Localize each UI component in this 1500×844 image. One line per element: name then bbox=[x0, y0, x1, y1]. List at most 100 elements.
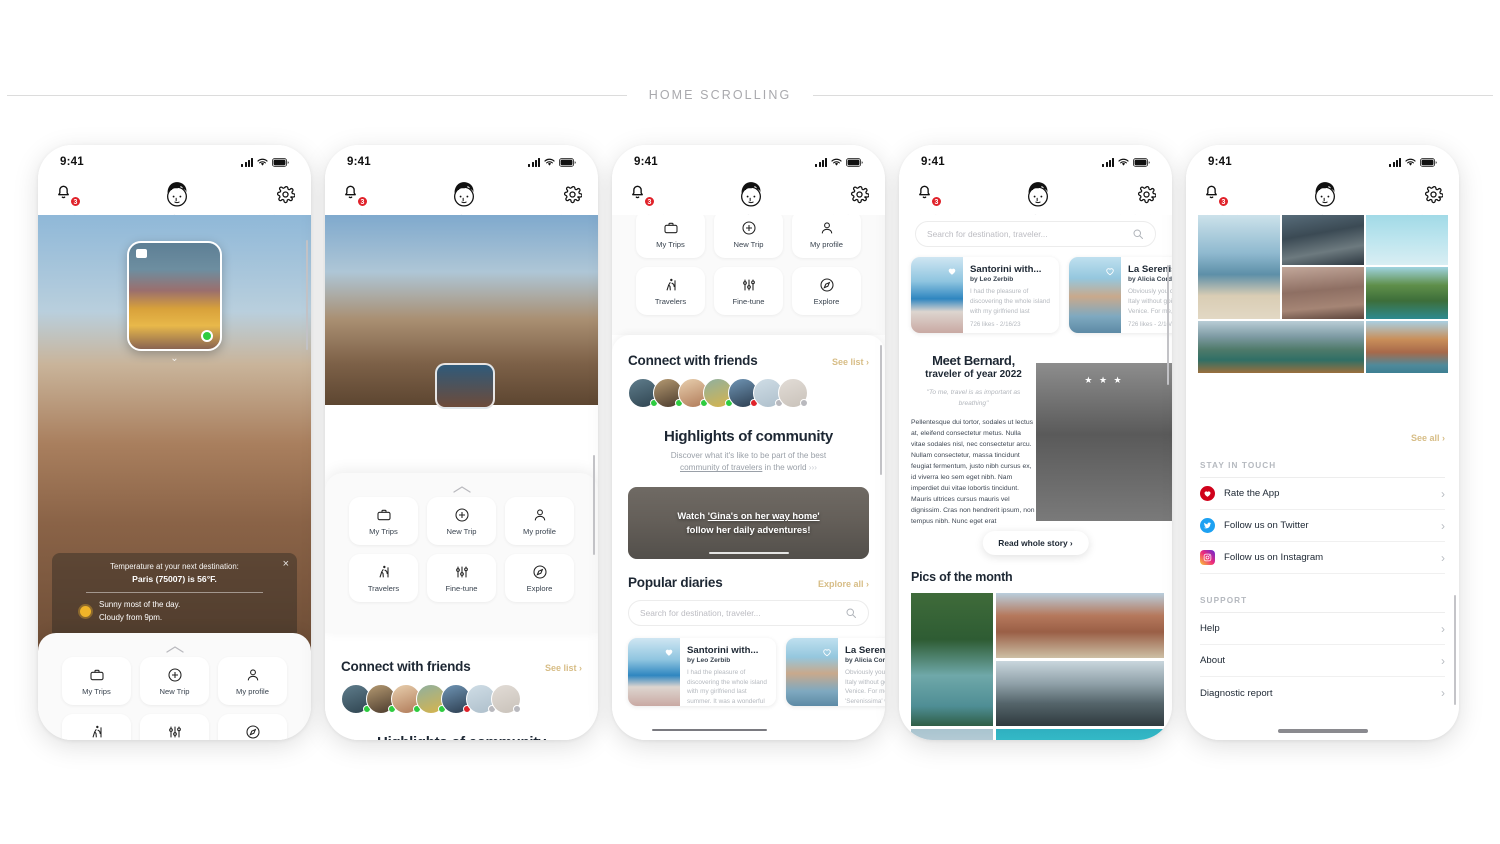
sheet-grabber[interactable] bbox=[165, 640, 184, 653]
scrollbar[interactable] bbox=[1454, 595, 1456, 705]
quick-action-explore[interactable]: Explore bbox=[218, 714, 287, 740]
quick-action-travelers[interactable]: Travelers bbox=[62, 714, 131, 740]
notifications-button[interactable]: 3 bbox=[1202, 182, 1229, 207]
avatar-logo-icon[interactable] bbox=[1021, 177, 1055, 211]
carousel-progress-bar[interactable] bbox=[652, 729, 767, 731]
notifications-button[interactable]: 3 bbox=[341, 182, 368, 207]
diaries-card-row[interactable]: Santorini with... by Leo Zerbib I had th… bbox=[628, 637, 885, 706]
status-and-app-bar-2: 9:41 3 bbox=[325, 145, 598, 215]
gallery-tile-alley-backpacker[interactable] bbox=[1282, 267, 1364, 319]
scrollbar[interactable] bbox=[306, 240, 308, 350]
friends-avatar-row[interactable] bbox=[341, 684, 582, 714]
diary-card[interactable]: La Serenissima by Alicia Cordova Obvious… bbox=[786, 637, 885, 706]
diary-card[interactable]: Santorini with... by Leo Zerbib I had th… bbox=[628, 637, 776, 706]
quick-action-fine-tune[interactable]: Fine-tune bbox=[427, 554, 496, 602]
scrollbar[interactable] bbox=[1167, 265, 1169, 385]
gear-icon[interactable] bbox=[563, 185, 582, 204]
search-icon[interactable] bbox=[1132, 228, 1144, 240]
heart-icon[interactable] bbox=[664, 644, 674, 662]
heart-icon[interactable] bbox=[1105, 263, 1115, 281]
gallery-tile-rope-bridge[interactable] bbox=[1282, 213, 1364, 265]
gear-icon[interactable] bbox=[1137, 185, 1156, 204]
avatar-logo-icon[interactable] bbox=[160, 177, 194, 211]
diary-thumbnail bbox=[628, 637, 680, 706]
scrollbar[interactable] bbox=[880, 345, 882, 475]
quick-action-new-trip[interactable]: New Trip bbox=[427, 497, 496, 545]
pic-tile-waterfall[interactable] bbox=[911, 593, 993, 726]
video-progress-bar[interactable] bbox=[708, 551, 789, 554]
diary-card[interactable]: La Serenissima by Alicia Cordova Obvious… bbox=[1069, 257, 1172, 333]
friend-avatar[interactable] bbox=[778, 378, 808, 408]
gallery-tile-city-skyline[interactable] bbox=[1198, 213, 1280, 319]
quick-action-travelers[interactable]: Travelers bbox=[349, 554, 418, 602]
quick-action-new-trip[interactable]: New Trip bbox=[714, 210, 783, 258]
top-search-input[interactable]: Search for destination, traveler... bbox=[915, 221, 1156, 247]
gallery-tile-mountain-lake-boat[interactable] bbox=[1198, 321, 1364, 373]
settings-row-diagnostic-report[interactable]: Diagnostic report › bbox=[1200, 677, 1445, 709]
quick-action-my-trips[interactable]: My Trips bbox=[349, 497, 418, 545]
gallery-tile-cinque-terre[interactable] bbox=[1366, 321, 1448, 373]
video-card-gina[interactable]: Watch 'Gina's on her way home' follow he… bbox=[628, 486, 869, 559]
diaries-card-row[interactable]: Santorini with... by Leo Zerbib I had th… bbox=[911, 257, 1172, 333]
settings-row-about[interactable]: About › bbox=[1200, 645, 1445, 677]
quick-action-my-trips[interactable]: My Trips bbox=[636, 210, 705, 258]
notifications-button[interactable]: 3 bbox=[54, 182, 81, 207]
settings-row-twitter[interactable]: Follow us on Twitter › bbox=[1200, 510, 1445, 542]
gallery-see-all-link[interactable]: See all › bbox=[1411, 433, 1445, 443]
friends-see-list-link[interactable]: See list › bbox=[545, 663, 582, 673]
home-indicator[interactable] bbox=[1277, 729, 1368, 733]
read-whole-story-button[interactable]: Read whole story › bbox=[982, 531, 1089, 555]
pics-of-month-grid[interactable] bbox=[911, 593, 1164, 740]
gallery-tile-hot-air-balloons[interactable] bbox=[1366, 213, 1448, 265]
settings-row-label: Follow us on Twitter bbox=[1224, 520, 1309, 531]
friends-see-list-link[interactable]: See list › bbox=[832, 357, 869, 367]
selfie-preview-card[interactable] bbox=[127, 241, 222, 351]
quick-action-explore[interactable]: Explore bbox=[792, 267, 861, 315]
friend-avatar[interactable] bbox=[491, 684, 521, 714]
status-bar: 9:41 bbox=[612, 153, 885, 171]
avatar-logo-icon[interactable] bbox=[734, 177, 768, 211]
quick-action-my-profile[interactable]: My profile bbox=[218, 657, 287, 705]
quick-action-my-trips[interactable]: My Trips bbox=[62, 657, 131, 705]
notifications-button[interactable]: 3 bbox=[915, 182, 942, 207]
video-line1-link[interactable]: 'Gina's on her way home' bbox=[708, 510, 820, 521]
quick-action-my-profile[interactable]: My profile bbox=[505, 497, 574, 545]
photo-gallery-grid[interactable] bbox=[1198, 213, 1448, 373]
notifications-button[interactable]: 3 bbox=[628, 182, 655, 207]
scrollbar[interactable] bbox=[593, 455, 595, 555]
heart-icon[interactable] bbox=[822, 644, 832, 662]
sheet-grabber[interactable] bbox=[452, 480, 471, 493]
weather-line-1: Temperature at your next destination: bbox=[110, 562, 239, 571]
pic-tile-road[interactable] bbox=[996, 661, 1164, 726]
gear-icon[interactable] bbox=[1424, 185, 1443, 204]
explore-all-link[interactable]: Explore all › bbox=[818, 579, 869, 589]
settings-row-instagram[interactable]: Follow us on Instagram › bbox=[1200, 542, 1445, 574]
quick-action-fine-tune[interactable]: Fine-tune bbox=[140, 714, 209, 740]
highlights-sub-link[interactable]: community of travelers bbox=[680, 463, 762, 472]
avatar-logo-icon[interactable] bbox=[447, 177, 481, 211]
quick-action-fine-tune[interactable]: Fine-tune bbox=[714, 267, 783, 315]
settings-row-help[interactable]: Help › bbox=[1200, 613, 1445, 645]
pic-tile-extra-1[interactable] bbox=[911, 729, 993, 740]
quick-actions-sheet: My Trips New Trip My profile Travelers F… bbox=[38, 633, 311, 740]
diaries-search-input[interactable]: Search for destination, traveler... bbox=[628, 599, 869, 626]
quick-action-my-profile[interactable]: My profile bbox=[792, 210, 861, 258]
friends-avatar-row[interactable] bbox=[628, 378, 869, 408]
quick-action-travelers[interactable]: Travelers bbox=[636, 267, 705, 315]
gallery-tile-palm-lagoon[interactable] bbox=[1366, 267, 1448, 319]
avatar-logo-icon[interactable] bbox=[1308, 177, 1342, 211]
search-icon[interactable] bbox=[845, 607, 857, 619]
pic-tile-extra-2[interactable] bbox=[996, 729, 1164, 740]
quick-action-new-trip[interactable]: New Trip bbox=[140, 657, 209, 705]
quick-action-explore[interactable]: Explore bbox=[505, 554, 574, 602]
pic-tile-van[interactable] bbox=[996, 593, 1164, 658]
quick-action-label: New Trip bbox=[446, 526, 477, 536]
selfie-preview-card[interactable] bbox=[435, 363, 495, 409]
settings-row-rate-app[interactable]: Rate the App › bbox=[1200, 478, 1445, 510]
quick-actions-grid: My Trips New Trip My profile Travelers F… bbox=[325, 487, 598, 602]
highlights-sub-a: Discover what it's like to be part of th… bbox=[670, 451, 827, 460]
diary-card[interactable]: Santorini with... by Leo Zerbib I had th… bbox=[911, 257, 1059, 333]
heart-icon[interactable] bbox=[947, 263, 957, 281]
gear-icon[interactable] bbox=[276, 185, 295, 204]
gear-icon[interactable] bbox=[850, 185, 869, 204]
